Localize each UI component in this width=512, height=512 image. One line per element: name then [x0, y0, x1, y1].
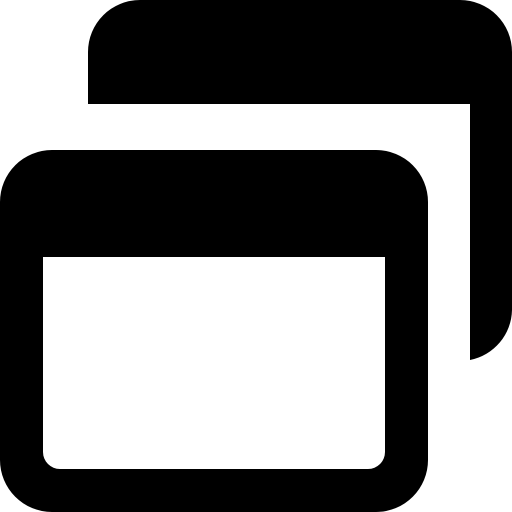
window-restore-icon	[0, 0, 512, 512]
icon-canvas	[0, 0, 512, 512]
front-window-frame	[0, 150, 428, 512]
